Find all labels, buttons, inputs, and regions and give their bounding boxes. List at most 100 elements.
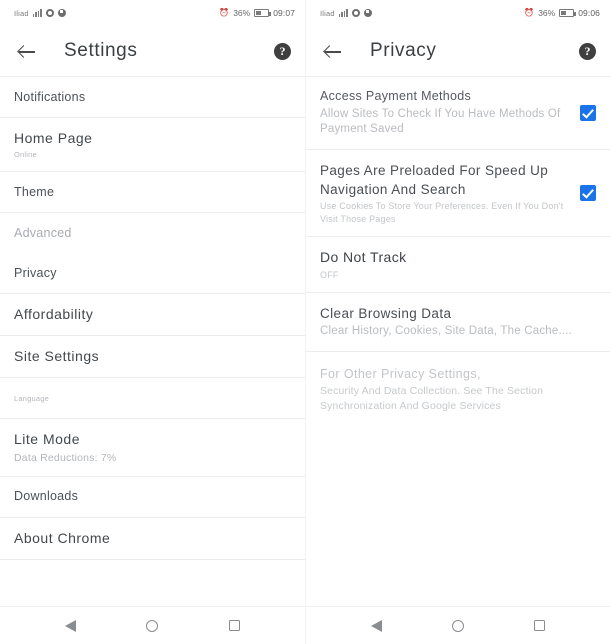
row-text: Affordability <box>14 305 291 324</box>
list-item-subtitle: OFF <box>320 269 339 280</box>
settings-row-about-chrome[interactable]: About Chrome <box>0 518 305 559</box>
battery-percent-label: 36% <box>538 8 556 18</box>
list-item-subtitle: Data Reductions: 7% <box>14 451 117 464</box>
footnote-body: Security And Data Collection. See The Se… <box>320 385 544 413</box>
navigation-bar <box>0 606 305 644</box>
settings-row-downloads[interactable]: Downloads <box>0 477 305 517</box>
list-item-title: Downloads <box>14 489 79 504</box>
row-text: Lite Mode Data Reductions: 7% <box>14 430 291 465</box>
status-bar-right: ⏰ 36% 09:07 <box>219 8 295 18</box>
list-item-title: Notifications <box>14 89 86 104</box>
row-text: Pages Are Preloaded For Speed Up Navigat… <box>320 161 568 225</box>
signal-bars-icon <box>338 9 348 17</box>
list-item-title: About Chrome <box>14 529 111 546</box>
row-text: Language <box>14 392 291 404</box>
app-bar-settings: Settings ? <box>0 26 305 76</box>
battery-icon <box>559 9 577 17</box>
clock-label: 09:07 <box>273 8 295 18</box>
row-text: Theme <box>14 184 291 201</box>
status-bar-left: Iliad <box>320 9 372 18</box>
list-item-title: Home Page <box>14 130 93 146</box>
row-text: Downloads <box>14 488 291 505</box>
footnote-heading: For Other Privacy Settings, <box>320 366 481 381</box>
row-text: Clear Browsing Data Clear History, Cooki… <box>320 304 596 340</box>
privacy-row-access-payment-methods[interactable]: Access Payment Methods Allow Sites To Ch… <box>306 77 610 149</box>
settings-row-notifications[interactable]: Notifications <box>0 77 305 117</box>
nav-recents-icon[interactable] <box>217 609 251 643</box>
row-text: Privacy <box>14 265 291 282</box>
page-title: Privacy <box>370 40 437 61</box>
privacy-footnote: For Other Privacy Settings, Security And… <box>306 352 610 425</box>
list-item-title: Privacy <box>14 265 57 280</box>
list-item-title: Clear Browsing Data <box>320 305 452 321</box>
settings-row-language[interactable]: Language <box>0 378 305 418</box>
list-item-title: Theme <box>14 184 55 199</box>
navigation-bar <box>306 606 610 644</box>
privacy-row-do-not-track[interactable]: Do Not Track OFF <box>306 237 610 292</box>
carrier-label: Iliad <box>320 8 335 18</box>
list-item-title: Language <box>14 393 49 403</box>
phone-screen-privacy: Iliad ⏰ 36% 09:06 Privacy ? Access Payme… <box>305 0 610 644</box>
checkbox-access-payment-methods[interactable] <box>580 105 596 121</box>
list-item-title: Lite Mode <box>14 430 80 447</box>
settings-list: Notifications Home Page Online Theme Adv <box>0 77 305 606</box>
carrier-label: Iliad <box>14 8 29 18</box>
list-item-subtitle: Online <box>14 149 37 159</box>
back-arrow-icon[interactable] <box>322 40 344 62</box>
settings-row-privacy[interactable]: Privacy <box>0 253 305 293</box>
settings-row-theme[interactable]: Theme <box>0 172 305 212</box>
row-text: Notifications <box>14 89 291 106</box>
settings-row-lite-mode[interactable]: Lite Mode Data Reductions: 7% <box>0 419 305 476</box>
power-circle-icon <box>363 9 372 17</box>
list-item-subtitle: Allow Sites To Check If You Have Methods… <box>320 107 561 136</box>
status-bar-right: ⏰ 36% 09:06 <box>524 8 600 18</box>
signal-bars-icon <box>32 9 42 17</box>
phone-screen-settings: Iliad ⏰ 36% 09:07 Settings ? Notificatio… <box>0 0 305 644</box>
privacy-list: Access Payment Methods Allow Sites To Ch… <box>306 77 610 606</box>
status-bar: Iliad ⏰ 36% 09:06 <box>306 0 610 26</box>
dual-screenshot-container: Iliad ⏰ 36% 09:07 Settings ? Notificatio… <box>0 0 610 644</box>
settings-row-site-settings[interactable]: Site Settings <box>0 336 305 377</box>
sync-circle-icon <box>351 9 360 17</box>
settings-row-home-page[interactable]: Home Page Online <box>0 118 305 171</box>
status-bar: Iliad ⏰ 36% 09:07 <box>0 0 305 26</box>
list-item-title: Advanced <box>14 225 72 240</box>
nav-back-icon[interactable] <box>54 609 88 643</box>
sync-circle-icon <box>45 9 54 17</box>
privacy-row-preload-pages[interactable]: Pages Are Preloaded For Speed Up Navigat… <box>306 150 610 236</box>
row-text: About Chrome <box>14 529 291 548</box>
status-bar-left: Iliad <box>14 9 66 18</box>
power-circle-icon <box>57 9 66 17</box>
alarm-icon: ⏰ <box>524 8 535 17</box>
list-divider <box>0 558 305 560</box>
nav-home-icon[interactable] <box>135 609 169 643</box>
alarm-icon: ⏰ <box>219 8 230 17</box>
nav-home-icon[interactable] <box>441 609 475 643</box>
list-item-title: Affordability <box>14 306 94 323</box>
privacy-row-clear-browsing-data[interactable]: Clear Browsing Data Clear History, Cooki… <box>306 293 610 351</box>
list-item-subtitle: Clear History, Cookies, Site Data, The C… <box>320 325 573 338</box>
list-item-subtitle: Use Cookies To Store Your Preferences. E… <box>320 201 564 224</box>
list-item-title: Access Payment Methods <box>320 89 472 103</box>
row-text: Home Page Online <box>14 129 291 160</box>
list-item-title: Site Settings <box>14 347 100 364</box>
list-item-title: Pages Are Preloaded For Speed Up Navigat… <box>320 163 549 198</box>
help-circle-icon[interactable]: ? <box>274 42 291 60</box>
row-text: Access Payment Methods Allow Sites To Ch… <box>320 88 568 138</box>
help-circle-icon[interactable]: ? <box>579 42 596 60</box>
back-arrow-icon[interactable] <box>16 40 38 62</box>
nav-back-icon[interactable] <box>360 609 394 643</box>
settings-row-affordability[interactable]: Affordability <box>0 294 305 335</box>
settings-row-advanced[interactable]: Advanced <box>0 213 305 253</box>
list-item-title: Do Not Track <box>320 248 407 265</box>
row-text: Site Settings <box>14 347 291 366</box>
row-text: Advanced <box>14 225 291 242</box>
app-bar-privacy: Privacy ? <box>306 26 610 76</box>
page-title: Settings <box>64 40 138 61</box>
battery-icon <box>254 9 272 17</box>
row-text: Do Not Track OFF <box>320 248 596 281</box>
nav-recents-icon[interactable] <box>522 609 556 643</box>
checkbox-preload-pages[interactable] <box>580 184 596 201</box>
clock-label: 09:06 <box>578 8 600 18</box>
battery-percent-label: 36% <box>233 8 251 18</box>
